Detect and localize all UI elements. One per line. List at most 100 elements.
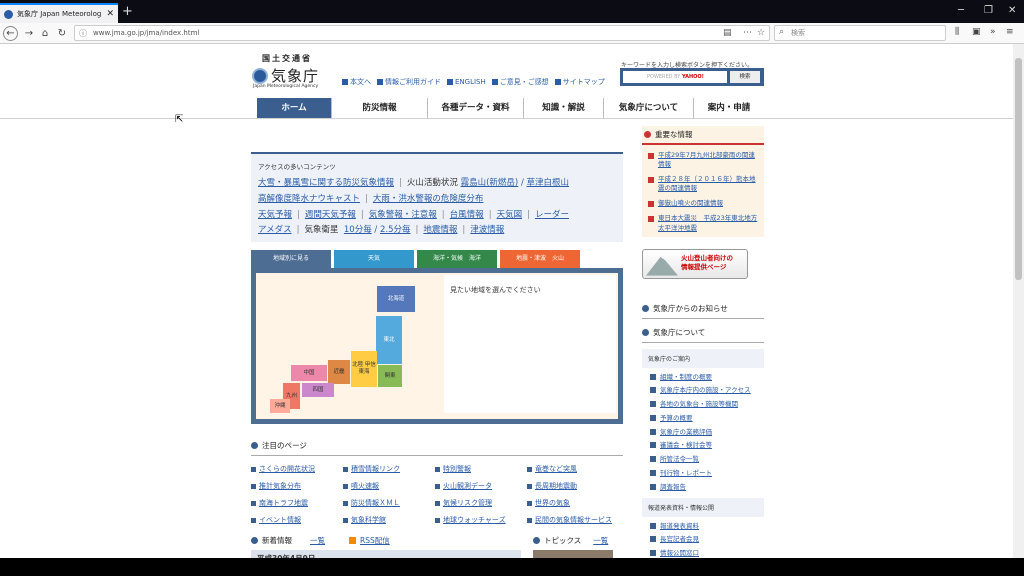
- region-kinki[interactable]: 近畿: [328, 360, 350, 384]
- region-okinawa[interactable]: 沖縄: [270, 399, 290, 413]
- page-actions-icon[interactable]: ⋯: [743, 28, 752, 38]
- map-tab-region[interactable]: 地域別に見る: [251, 250, 331, 268]
- sidebar-link[interactable]: 情報公開窓口: [650, 549, 764, 558]
- popular-link[interactable]: 台風情報: [450, 210, 484, 220]
- english-link[interactable]: ENGLISH: [455, 78, 486, 86]
- popular-link[interactable]: 霧島山(新燃岳): [461, 178, 519, 188]
- featured-link[interactable]: さくらの開花状況: [251, 464, 343, 474]
- sidebar-link[interactable]: 気象庁本庁内の施設・アクセス: [650, 386, 764, 395]
- library-icon[interactable]: ⫼: [955, 27, 959, 37]
- close-window-button[interactable]: ✕: [1008, 5, 1016, 16]
- featured-link[interactable]: 気候リスク管理: [435, 498, 527, 508]
- sidebar-link[interactable]: 長官記者会見: [650, 535, 764, 544]
- header-link-skip[interactable]: 本文へ: [342, 77, 371, 87]
- search-input[interactable]: ⌕ 検索: [774, 25, 946, 41]
- back-button[interactable]: ←: [3, 26, 18, 41]
- popular-link[interactable]: 大雪・暴風雪に関する防災気象情報: [258, 178, 394, 188]
- featured-link[interactable]: 地球ウォッチャーズ: [435, 515, 527, 525]
- topics-list-link[interactable]: 一覧: [593, 535, 608, 546]
- nav-knowledge[interactable]: 知識・解説: [524, 98, 604, 118]
- featured-link[interactable]: 防災情報ＸＭＬ: [343, 498, 435, 508]
- rss-link[interactable]: RSS配信: [360, 535, 390, 546]
- header-link-english[interactable]: ENGLISH: [447, 77, 486, 87]
- featured-link[interactable]: 竜巻など突風: [527, 464, 623, 474]
- reader-view-icon[interactable]: ▤: [723, 28, 732, 38]
- popular-link[interactable]: 大雨・洪水警報の危険度分布: [373, 194, 484, 204]
- header-link-feedback[interactable]: ご意見・ご感想: [491, 77, 549, 87]
- featured-link[interactable]: イベント情報: [251, 515, 343, 525]
- tab-active[interactable]: 気象庁 Japan Meteorological Agency ✕: [0, 3, 118, 23]
- minimize-button[interactable]: ─: [958, 5, 964, 16]
- region-hokkaido[interactable]: 北海道: [377, 286, 415, 312]
- nav-disaster[interactable]: 防災情報: [332, 98, 428, 118]
- skip-link[interactable]: 本文へ: [350, 77, 371, 87]
- important-link[interactable]: 東日本大震災 平成23年東北地方太平洋沖地震: [648, 214, 760, 232]
- forward-button[interactable]: →: [22, 26, 36, 40]
- menu-icon[interactable]: ≡: [1006, 27, 1014, 37]
- tab-close-icon[interactable]: ✕: [106, 9, 114, 19]
- popular-link[interactable]: 草津白根山: [527, 178, 570, 188]
- popular-link[interactable]: 10分毎: [344, 225, 372, 235]
- region-chugoku[interactable]: 中国: [291, 365, 327, 381]
- important-link[interactable]: 御嶽山噴火の関連情報: [648, 199, 760, 208]
- popular-link[interactable]: 2.5分毎: [380, 225, 411, 235]
- popular-link[interactable]: 津波情報: [470, 225, 504, 235]
- nav-home[interactable]: ホーム: [257, 98, 332, 118]
- map-tab-quake[interactable]: 地震・津波 火山: [500, 250, 580, 268]
- popular-link[interactable]: レーダー: [535, 210, 569, 220]
- sidebar-link[interactable]: 報道発表資料: [650, 522, 764, 531]
- map-tab-weather[interactable]: 天気: [334, 250, 414, 268]
- sidebar-link[interactable]: 調査報告: [650, 483, 764, 492]
- overflow-chevron-icon[interactable]: »: [990, 27, 996, 37]
- featured-link[interactable]: 気象科学館: [343, 515, 435, 525]
- header-link-guide[interactable]: 情報ご利用ガイド: [377, 77, 441, 87]
- sidebar-link[interactable]: 審議会・検討会等: [650, 441, 764, 450]
- featured-link[interactable]: 長周期地震動: [527, 481, 623, 491]
- map-tab-ocean[interactable]: 海洋・気候 海洋: [417, 250, 497, 268]
- notice-heading[interactable]: 気象庁からのお知らせ: [642, 299, 764, 319]
- featured-link[interactable]: 火山観測データ: [435, 481, 527, 491]
- popular-link[interactable]: 高解像度降水ナウキャスト: [258, 194, 360, 204]
- sidebar-link[interactable]: 所管法令一覧: [650, 455, 764, 464]
- volcano-banner[interactable]: 火山登山者向けの 情報提供ページ: [642, 248, 748, 279]
- sidebar-icon[interactable]: ▣: [972, 27, 981, 37]
- sitemap-link[interactable]: サイトマップ: [563, 77, 605, 87]
- info-icon[interactable]: ⓘ: [79, 28, 87, 39]
- sidebar-link[interactable]: 刊行物・レポート: [650, 469, 764, 478]
- new-tab-button[interactable]: +: [122, 4, 133, 19]
- popular-link[interactable]: 天気図: [497, 210, 523, 220]
- maximize-button[interactable]: ❐: [984, 5, 993, 16]
- popular-link[interactable]: アメダス: [258, 225, 292, 235]
- nav-data[interactable]: 各種データ・資料: [428, 98, 524, 118]
- sidebar-link[interactable]: 各地の気象台・施設等機関: [650, 400, 764, 409]
- topics-image[interactable]: [533, 550, 613, 558]
- sidebar-link[interactable]: 組織・制度の概要: [650, 373, 764, 382]
- site-search-button[interactable]: 検索: [730, 71, 760, 83]
- vertical-scrollbar[interactable]: [1013, 44, 1024, 558]
- site-search-input[interactable]: POWERED BY YAHOO!: [623, 71, 727, 83]
- featured-link[interactable]: 特別警報: [435, 464, 527, 474]
- header-link-sitemap[interactable]: サイトマップ: [554, 77, 605, 87]
- nav-info[interactable]: 案内・申請: [694, 98, 764, 118]
- nav-about[interactable]: 気象庁について: [604, 98, 694, 118]
- region-tohoku[interactable]: 東北: [376, 316, 402, 364]
- featured-link[interactable]: 世界の気象: [527, 498, 623, 508]
- home-icon[interactable]: ⌂: [38, 26, 52, 40]
- reload-icon[interactable]: ↻: [55, 26, 69, 40]
- popular-link[interactable]: 週間天気予報: [305, 210, 356, 220]
- important-link[interactable]: 平成２８年（２０１６年）熊本地震の関連情報: [648, 175, 760, 193]
- sidebar-link[interactable]: 予算の概要: [650, 414, 764, 423]
- feedback-link[interactable]: ご意見・ご感想: [500, 77, 549, 87]
- popular-link[interactable]: 天気予報: [258, 210, 292, 220]
- region-hokuriku[interactable]: 北陸 甲信 東海: [351, 351, 377, 387]
- address-bar[interactable]: ⓘ www.jma.go.jp/jma/index.html ▤ ⋯ ☆: [74, 25, 770, 41]
- guide-link[interactable]: 情報ご利用ガイド: [385, 77, 441, 87]
- scrollbar-thumb[interactable]: [1015, 58, 1022, 280]
- bookmark-star-icon[interactable]: ☆: [757, 28, 765, 38]
- news-list-link[interactable]: 一覧: [310, 535, 325, 546]
- featured-link[interactable]: 民間の気象情報サービス: [527, 515, 623, 525]
- featured-link[interactable]: 噴火速報: [343, 481, 435, 491]
- featured-link[interactable]: 積雪情報リンク: [343, 464, 435, 474]
- site-logo[interactable]: 気象庁: [252, 65, 319, 86]
- popular-link[interactable]: 気象警報・注意報: [369, 210, 437, 220]
